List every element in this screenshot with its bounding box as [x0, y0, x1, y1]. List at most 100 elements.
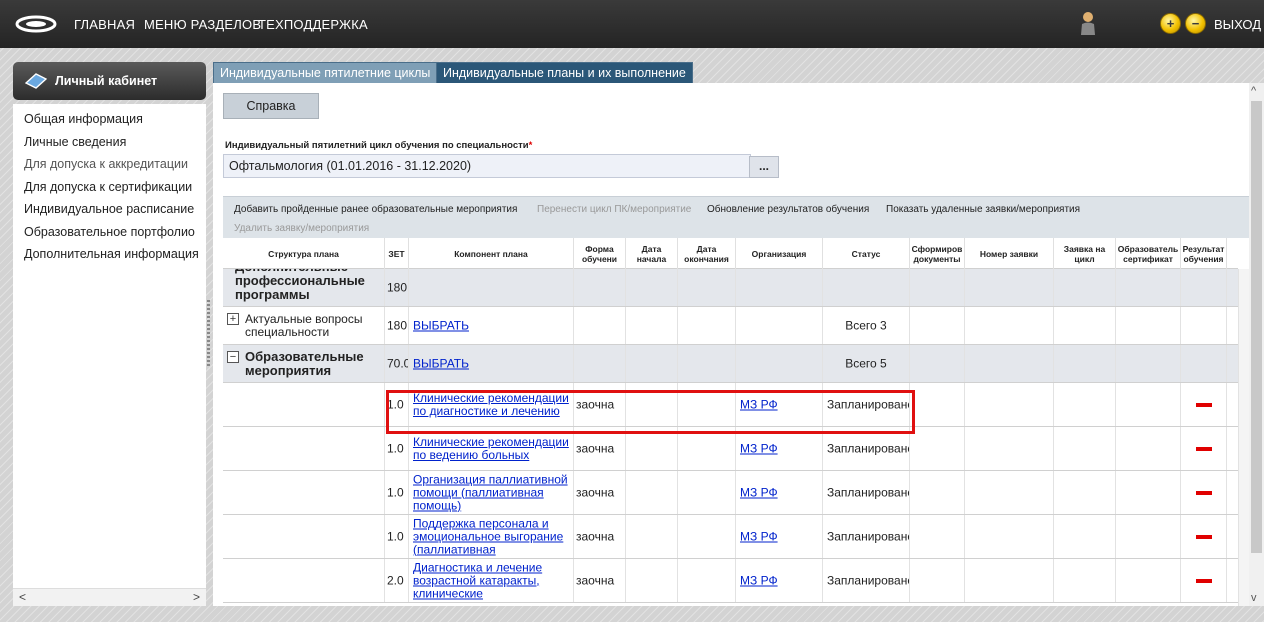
header-col-zet[interactable]: ЗЕТ — [385, 238, 409, 269]
tab-five-year-cycles[interactable]: Индивидуальные пятилетние циклы — [213, 62, 438, 83]
sidebar-item-certification[interactable]: Для допуска к сертификации — [13, 176, 206, 199]
remove-icon[interactable] — [1195, 446, 1212, 451]
header-col-structure[interactable]: Структура плана — [223, 238, 385, 269]
update-results-button[interactable]: Обновление результатов обучения — [707, 204, 869, 215]
remove-icon[interactable] — [1195, 534, 1212, 539]
cell-col-org: МЗ РФ — [736, 471, 823, 514]
organization-link[interactable]: МЗ РФ — [740, 398, 820, 411]
move-cycle-button[interactable]: Перенести цикл ПК/мероприятие — [537, 204, 691, 215]
remove-icon[interactable] — [1195, 490, 1212, 495]
sidebar-item-accreditation[interactable]: Для допуска к аккредитации — [13, 153, 206, 176]
status-text: Запланированс — [827, 441, 910, 455]
component-link[interactable]: Клинические рекомендации по диагностике … — [413, 391, 571, 418]
nav-support-link[interactable]: ТЕХПОДДЕРЖКА — [258, 17, 368, 32]
header-col-form[interactable]: Форма обучени — [574, 238, 626, 269]
table-row[interactable]: 1.0 Клинические рекомендации по диагности… — [223, 383, 1238, 427]
main-vertical-scrollbar[interactable]: ^ v — [1249, 83, 1264, 606]
header-col-status[interactable]: Статус — [823, 238, 910, 269]
header-col-start[interactable]: Дата начала — [626, 238, 678, 269]
show-deleted-button[interactable]: Показать удаленные заявки/мероприятия — [886, 204, 1080, 215]
cell-col-request — [965, 307, 1054, 344]
help-button[interactable]: Справка — [223, 93, 319, 119]
organization-link[interactable]: МЗ РФ — [740, 574, 820, 587]
organization-link[interactable]: МЗ РФ — [740, 486, 820, 499]
component-link[interactable]: Организация паллиативной помощи (паллиат… — [413, 473, 571, 512]
select-link[interactable]: ВЫБРАТЬ — [413, 319, 571, 332]
header-col-docs[interactable]: Сформиров документы — [910, 238, 965, 269]
tab-individual-plans[interactable]: Индивидуальные планы и их выполнение — [436, 62, 693, 83]
remove-icon[interactable] — [1195, 402, 1212, 407]
scroll-up-icon[interactable]: ^ — [1251, 85, 1256, 97]
table-row[interactable]: 1.0 Поддержка персонала и эмоциональное в… — [223, 515, 1238, 559]
cell-col-end — [678, 559, 736, 602]
component-link[interactable]: Поддержка персонала и эмоциональное выго… — [413, 517, 571, 556]
scrollbar-thumb[interactable] — [1251, 101, 1262, 553]
nav-home-link[interactable]: ГЛАВНАЯ — [74, 17, 135, 32]
cell-col-start — [626, 307, 678, 344]
collapse-icon[interactable]: − — [227, 351, 239, 363]
sidebar-item-portfolio[interactable]: Образовательное портфолио — [13, 221, 206, 244]
header-col-org[interactable]: Организация — [736, 238, 823, 269]
user-avatar-icon[interactable] — [1080, 11, 1096, 35]
zet-value: 180.0 — [387, 318, 408, 332]
grid-vertical-scrollbar[interactable] — [1238, 269, 1249, 606]
sidebar-item-general-info[interactable]: Общая информация — [13, 108, 206, 131]
cell-col-structure: Дополнительные профессиональные программ… — [223, 269, 385, 306]
cycle-browse-button[interactable]: ... — [749, 156, 779, 178]
table-row[interactable]: 1.0 Клинические рекомендации по ведению б… — [223, 427, 1238, 471]
nav-sections-menu-link[interactable]: МЕНЮ РАЗДЕЛОВ — [144, 17, 261, 32]
delete-request-button[interactable]: Удалить заявку/мероприятия — [234, 223, 369, 234]
table-row[interactable]: Актуальные вопросы специальности +180.0 ВЫ… — [223, 307, 1238, 345]
scroll-right-icon[interactable]: > — [193, 590, 200, 604]
cell-col-status: Запланированс — [823, 559, 910, 602]
sidebar-item-schedule[interactable]: Индивидуальное расписание — [13, 198, 206, 221]
cell-col-result — [1181, 559, 1227, 602]
remove-icon[interactable] — [1195, 578, 1212, 583]
zoom-out-icon[interactable]: − — [1185, 13, 1206, 34]
splitter-handle[interactable] — [207, 300, 210, 368]
cell-col-docs — [910, 383, 965, 426]
cell-col-cert — [1116, 515, 1181, 558]
table-row[interactable]: Образовательные мероприятия −70.0 ВЫБРАТЬ В… — [223, 345, 1238, 383]
component-link[interactable]: Клинические рекомендации по ведению боль… — [413, 435, 571, 462]
component-link[interactable]: Диагностика и лечение возрастной катарак… — [413, 561, 571, 600]
zoom-in-icon[interactable]: + — [1160, 13, 1181, 34]
zet-value: 180.0 — [387, 280, 408, 294]
cycle-select-field[interactable]: Офтальмология (01.01.2016 - 31.12.2020) — [223, 154, 751, 178]
status-text: Всего 5 — [845, 356, 887, 370]
table-row[interactable]: 2.0 Диагностика и лечение возрастной ката… — [223, 559, 1238, 603]
add-past-events-button[interactable]: Добавить пройденные ранее образовательны… — [234, 204, 517, 215]
logout-link[interactable]: ВЫХОД — [1214, 17, 1261, 32]
sidebar-item-personal-info[interactable]: Личные сведения — [13, 131, 206, 154]
header-col-cycle[interactable]: Заявка на цикл — [1054, 238, 1116, 269]
cell-col-form — [574, 269, 626, 306]
cell-col-status: Запланированс — [823, 383, 910, 426]
table-row[interactable]: 1.0 Организация паллиативной помощи (палл… — [223, 471, 1238, 515]
select-link[interactable]: ВЫБРАТЬ — [413, 357, 571, 370]
header-col-result[interactable]: Результат обучения — [1181, 238, 1227, 269]
expand-icon[interactable]: + — [227, 313, 239, 325]
cell-col-org — [736, 269, 823, 306]
header-col-request[interactable]: Номер заявки — [965, 238, 1054, 269]
cell-col-zet: 1.0 — [385, 427, 409, 470]
organization-link[interactable]: МЗ РФ — [740, 442, 820, 455]
cell-col-result — [1181, 515, 1227, 558]
table-row[interactable]: Дополнительные профессиональные программ… — [223, 269, 1238, 307]
scroll-down-icon[interactable]: v — [1251, 592, 1257, 604]
header-col-cert[interactable]: Образователь сертификат — [1116, 238, 1181, 269]
header-col-end[interactable]: Дата окончания — [678, 238, 736, 269]
sidebar-horizontal-scrollbar[interactable]: < > — [13, 588, 206, 606]
cell-col-start — [626, 427, 678, 470]
cell-col-form: заочна — [574, 383, 626, 426]
scroll-left-icon[interactable]: < — [19, 590, 26, 604]
cell-col-request — [965, 427, 1054, 470]
header-col-component[interactable]: Компонент плана — [409, 238, 574, 269]
sidebar-item-extra-info[interactable]: Дополнительная информация — [13, 243, 206, 266]
organization-link[interactable]: МЗ РФ — [740, 530, 820, 543]
cell-col-component: ВЫБРАТЬ — [409, 307, 574, 344]
main-panel: Справка Индивидуальный пятилетний цикл о… — [213, 83, 1249, 606]
plan-structure-label: Актуальные вопросы специальности — [245, 311, 363, 339]
cell-col-zet: 1.0 — [385, 515, 409, 558]
cell-col-start — [626, 471, 678, 514]
cell-col-docs — [910, 345, 965, 382]
